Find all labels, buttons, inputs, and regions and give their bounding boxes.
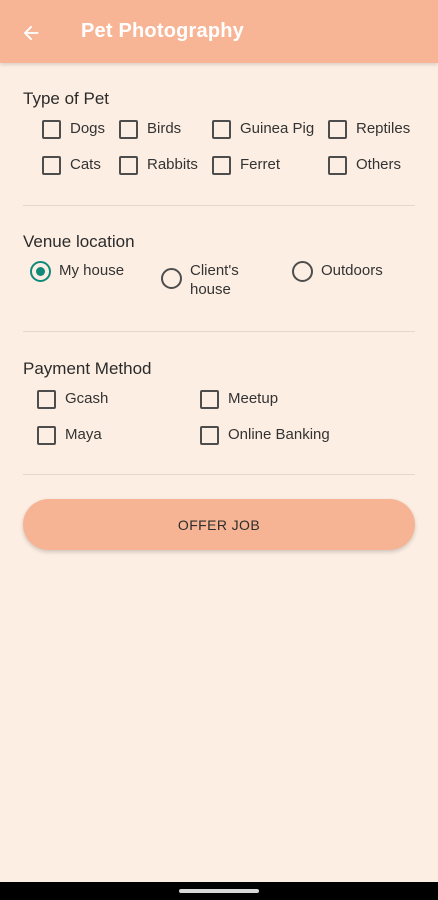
radio-clients-house[interactable]: Client's house (161, 261, 254, 299)
radio-my-house[interactable]: My house (30, 261, 139, 282)
app-bar: Pet Photography (0, 0, 438, 63)
payment-title: Payment Method (23, 359, 152, 378)
radio-button-selected[interactable] (30, 261, 51, 282)
radio-label: My house (59, 262, 125, 279)
back-button[interactable] (14, 16, 48, 50)
pet-type-title: Type of Pet (23, 89, 109, 108)
checkbox-online-banking[interactable]: Online Banking (200, 425, 330, 445)
arrow-left-icon (23, 25, 39, 41)
checkbox-label: Guinea Pig (240, 120, 315, 137)
checkbox-reptiles[interactable]: Reptiles (328, 119, 410, 139)
section-divider (23, 474, 415, 475)
checkbox-rabbits[interactable]: Rabbits (119, 155, 198, 175)
checkbox-box[interactable] (212, 156, 231, 175)
checkbox-label: Others (356, 156, 402, 173)
offer-job-button[interactable]: OFFER JOB (23, 499, 415, 550)
checkbox-label: Cats (70, 156, 101, 173)
venue-title: Venue location (23, 232, 135, 251)
checkbox-maya[interactable]: Maya (37, 425, 102, 445)
home-gesture-handle[interactable] (179, 889, 259, 893)
checkbox-label: Ferret (240, 156, 281, 173)
system-nav-bar (0, 882, 438, 900)
checkbox-box[interactable] (328, 156, 347, 175)
checkbox-guinea-pig[interactable]: Guinea Pig (212, 119, 314, 139)
checkbox-box[interactable] (37, 390, 56, 409)
checkbox-cats[interactable]: Cats (42, 155, 101, 175)
checkbox-meetup[interactable]: Meetup (200, 389, 278, 409)
checkbox-box[interactable] (200, 390, 219, 409)
checkbox-label: Reptiles (356, 120, 411, 137)
checkbox-box[interactable] (42, 156, 61, 175)
section-divider (23, 331, 415, 332)
radio-label: Outdoors (321, 262, 383, 279)
checkbox-box[interactable] (119, 156, 138, 175)
radio-button[interactable] (292, 261, 313, 282)
radio-label: Client's house (190, 262, 239, 298)
checkbox-birds[interactable]: Birds (119, 119, 181, 139)
checkbox-label: Gcash (65, 390, 109, 407)
checkbox-label: Birds (147, 120, 182, 137)
checkbox-ferret[interactable]: Ferret (212, 155, 280, 175)
checkbox-label: Online Banking (228, 426, 330, 443)
radio-button[interactable] (161, 268, 182, 289)
checkbox-box[interactable] (212, 120, 231, 139)
section-divider (23, 205, 415, 206)
radio-outdoors[interactable]: Outdoors (292, 261, 383, 282)
checkbox-box[interactable] (328, 120, 347, 139)
checkbox-label: Dogs (70, 120, 106, 137)
checkbox-label: Maya (65, 426, 102, 443)
checkbox-box[interactable] (119, 120, 138, 139)
checkbox-box[interactable] (42, 120, 61, 139)
page-title: Pet Photography (81, 20, 245, 42)
checkbox-box[interactable] (200, 426, 219, 445)
checkbox-label: Meetup (228, 390, 279, 407)
checkbox-box[interactable] (37, 426, 56, 445)
checkbox-others[interactable]: Others (328, 155, 401, 175)
checkbox-dogs[interactable]: Dogs (42, 119, 105, 139)
checkbox-label: Rabbits (147, 156, 198, 173)
checkbox-gcash[interactable]: Gcash (37, 389, 108, 409)
